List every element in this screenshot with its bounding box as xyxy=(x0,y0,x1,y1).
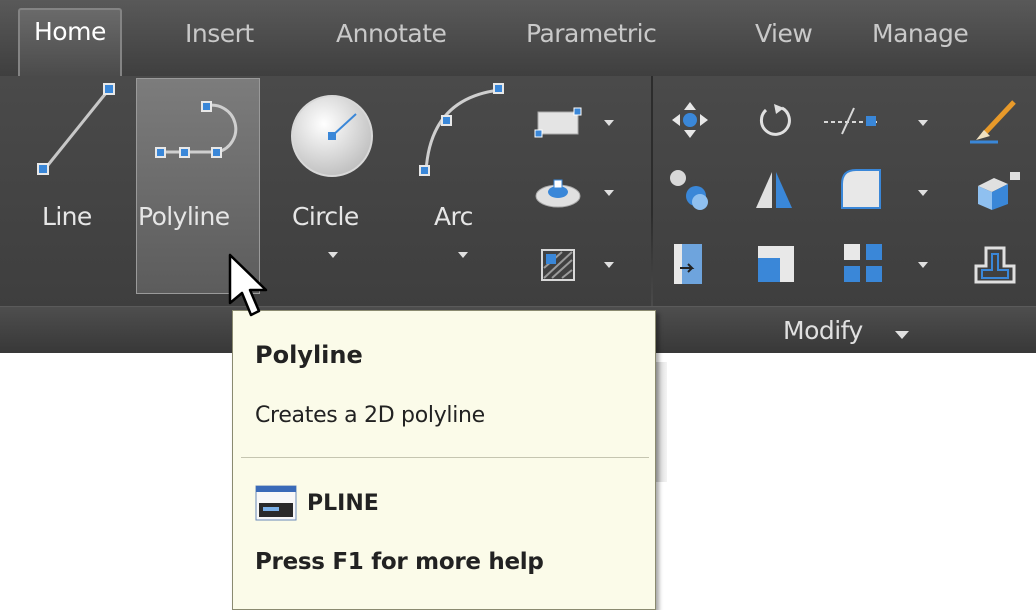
tooltip-divider xyxy=(241,457,649,458)
move-icon[interactable] xyxy=(668,98,712,142)
trim-icon[interactable] xyxy=(820,98,900,142)
command-icon xyxy=(255,485,297,521)
arc-label: Arc xyxy=(434,202,473,231)
circle-button[interactable]: Circle xyxy=(280,76,390,286)
chevron-down-icon[interactable] xyxy=(328,252,338,258)
line-label: Line xyxy=(42,202,92,231)
tab-view[interactable]: View xyxy=(755,12,813,76)
boundary-icon[interactable] xyxy=(532,242,588,290)
chevron-down-icon[interactable] xyxy=(895,331,909,339)
tooltip-command: PLINE xyxy=(307,491,379,516)
offset-icon[interactable] xyxy=(970,238,1030,290)
polyline-label: Polyline xyxy=(138,202,230,231)
circle-label: Circle xyxy=(292,202,359,231)
trim-dropdown[interactable] xyxy=(918,120,928,126)
tab-annotate[interactable]: Annotate xyxy=(336,12,447,76)
hatch-icon[interactable] xyxy=(532,172,588,212)
mirror-icon[interactable] xyxy=(748,164,800,216)
polyline-tooltip: Polyline Creates a 2D polyline PLINE Pre… xyxy=(232,310,656,610)
erase-icon[interactable] xyxy=(968,94,1028,146)
tab-insert[interactable]: Insert xyxy=(185,12,254,76)
arc-button[interactable]: Arc xyxy=(410,76,510,286)
circle-icon xyxy=(291,95,373,177)
tooltip-description: Creates a 2D polyline xyxy=(255,403,485,428)
tooltip-help: Press F1 for more help xyxy=(255,549,544,575)
tab-home[interactable]: Home xyxy=(18,8,122,76)
mouse-cursor-icon xyxy=(228,253,268,317)
tooltip-title: Polyline xyxy=(255,341,363,369)
stretch-icon[interactable] xyxy=(666,238,714,290)
line-icon xyxy=(37,83,115,175)
modify-panel-title[interactable]: Modify xyxy=(783,316,863,345)
tab-parametric[interactable]: Parametric xyxy=(526,12,657,76)
rectangle-dropdown[interactable] xyxy=(604,120,614,126)
fillet-icon[interactable] xyxy=(836,164,892,216)
scale-icon[interactable] xyxy=(752,240,800,288)
line-button[interactable]: Line xyxy=(18,76,128,286)
chevron-down-icon[interactable] xyxy=(458,252,468,258)
rotate-icon[interactable] xyxy=(752,98,796,142)
polyline-icon xyxy=(155,101,238,158)
explode-icon[interactable] xyxy=(968,164,1028,216)
canvas-edge xyxy=(655,362,667,482)
array-icon[interactable] xyxy=(838,238,890,290)
arc-icon xyxy=(419,83,504,176)
copy-icon[interactable] xyxy=(664,164,716,216)
ribbon-tab-bar: Home Insert Annotate Parametric View Man… xyxy=(0,0,1036,76)
boundary-dropdown[interactable] xyxy=(604,262,614,268)
hatch-dropdown[interactable] xyxy=(604,190,614,196)
fillet-dropdown[interactable] xyxy=(918,190,928,196)
array-dropdown[interactable] xyxy=(918,262,928,268)
rectangle-icon[interactable] xyxy=(532,102,588,142)
tab-manage[interactable]: Manage xyxy=(872,12,969,76)
